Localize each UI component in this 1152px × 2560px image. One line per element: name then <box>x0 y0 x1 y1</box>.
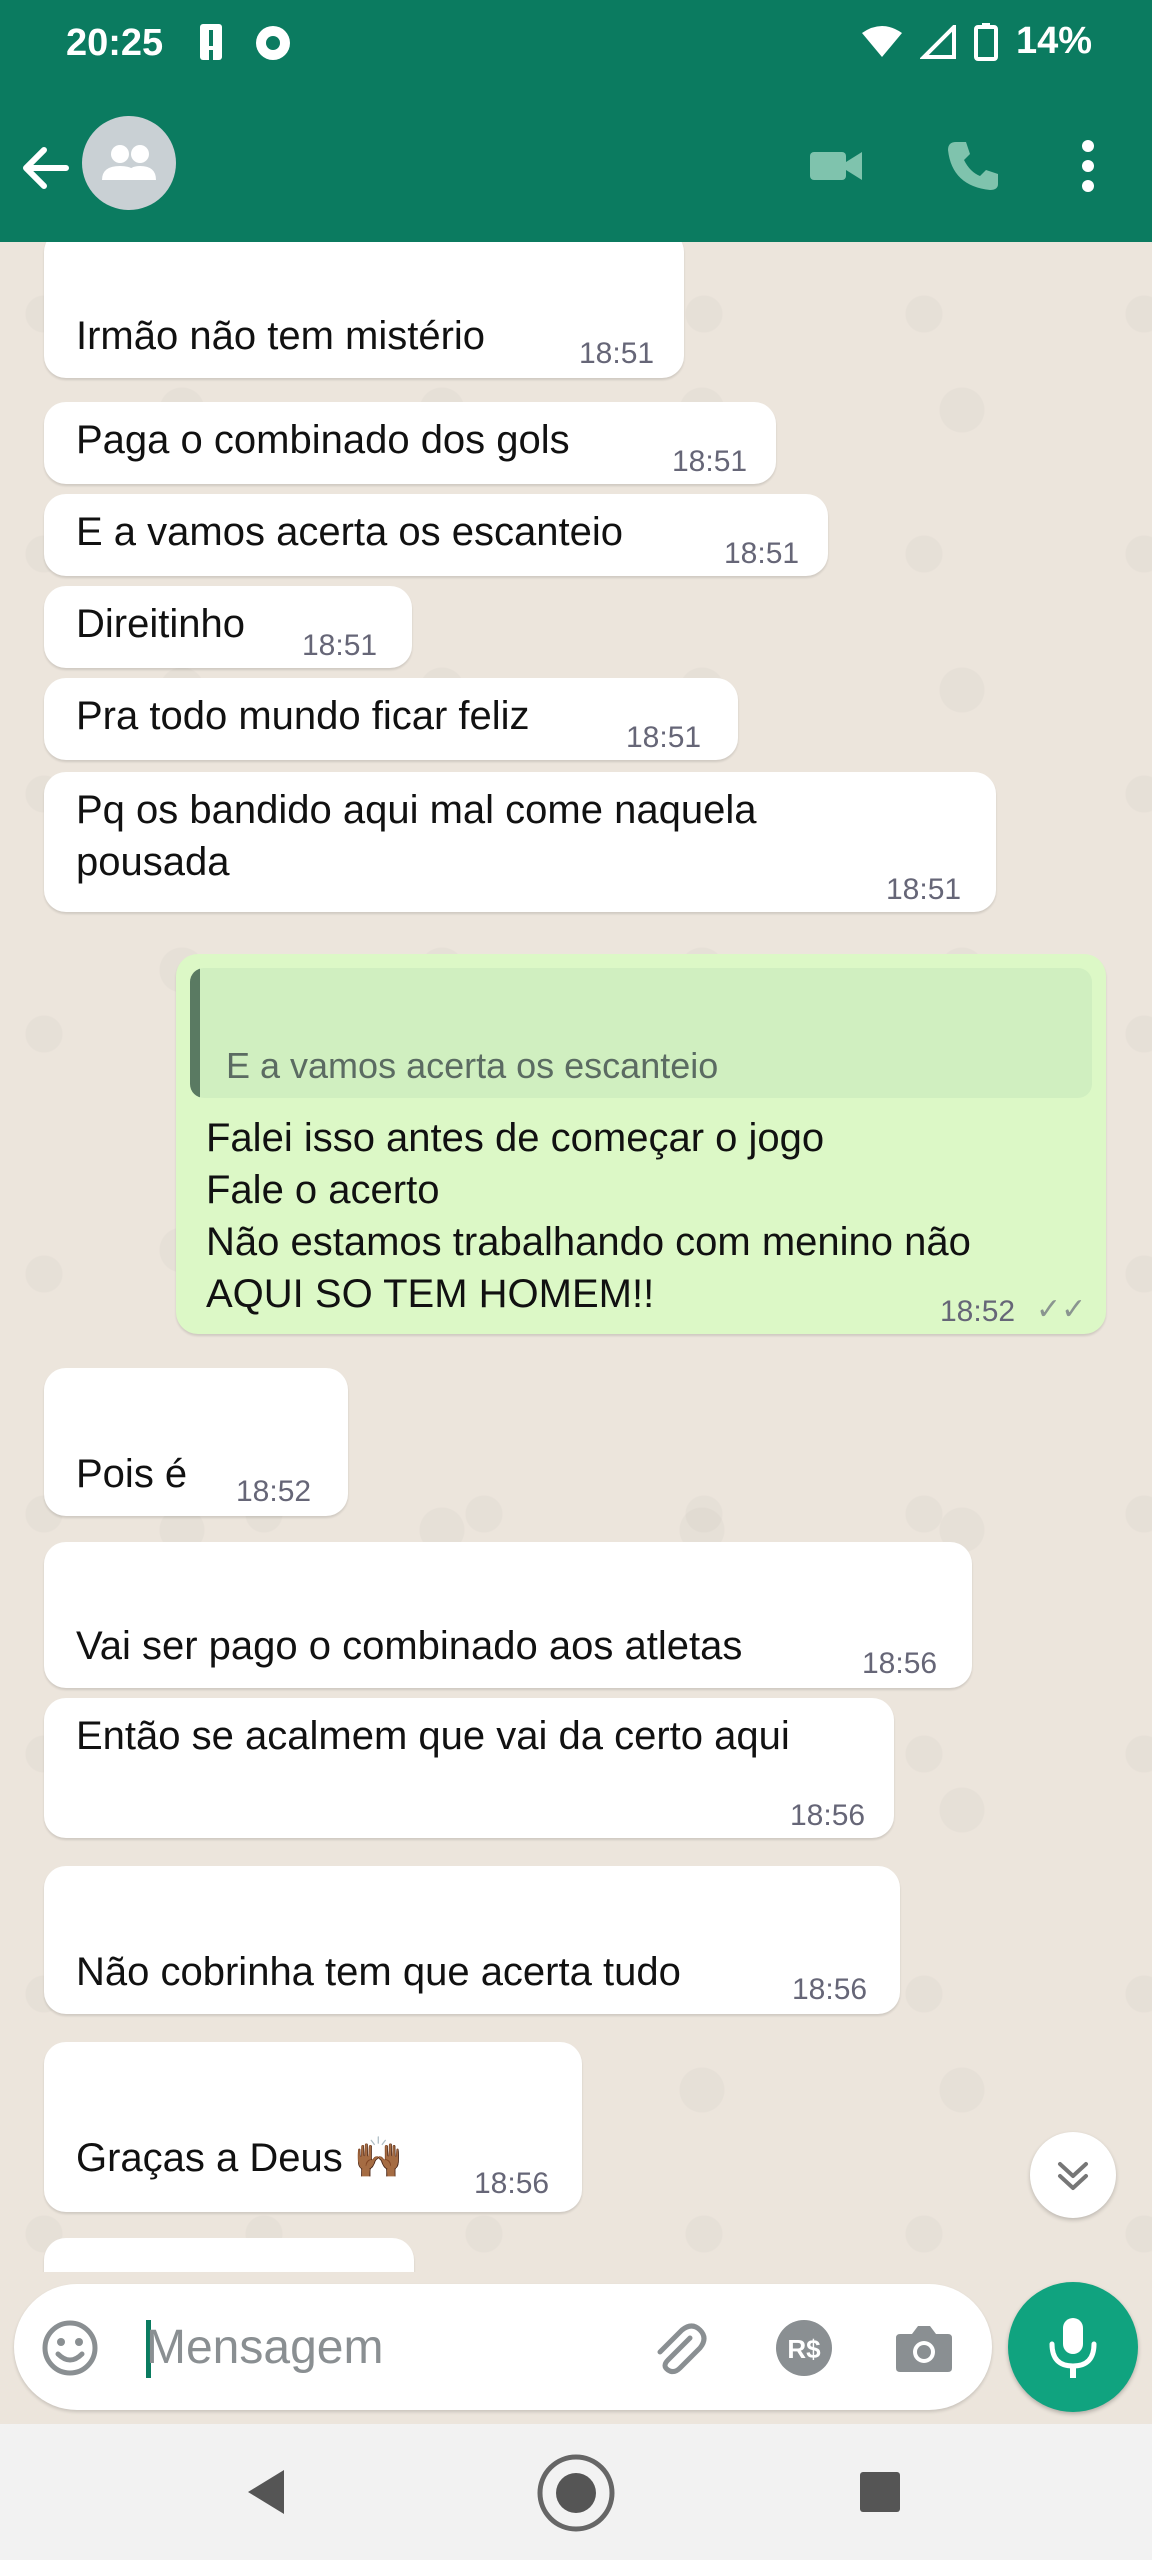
svg-text:R$: R$ <box>787 2334 821 2364</box>
back-arrow-icon[interactable] <box>18 140 74 196</box>
message-time: 18:51 <box>626 721 702 754</box>
group-icon <box>102 145 156 180</box>
quoted-message[interactable]: E a vamos acerta os escanteio <box>190 968 1092 1098</box>
message-bubble[interactable]: Não cobrinha tem que acerta tudo 18:56 <box>44 1866 900 2014</box>
system-navigation-bar <box>0 2424 1152 2560</box>
nav-recents-icon[interactable] <box>858 2470 902 2514</box>
camera-icon[interactable] <box>892 2318 956 2378</box>
message-text: Irmão não tem mistério <box>76 314 486 358</box>
message-bubble[interactable]: Irmão não tem mistério 18:51 <box>44 242 684 378</box>
message-bubble[interactable]: Vai ser pago o combinado aos atletas 18:… <box>44 1542 972 1688</box>
nav-back-icon[interactable] <box>244 2466 288 2518</box>
message-bubble[interactable]: Pq os bandido aqui mal come naquela pous… <box>44 772 996 912</box>
message-text: Falei isso antes de começar o jogo Fale … <box>206 1116 971 1316</box>
message-time: 18:56 <box>862 1647 938 1680</box>
status-bar: 20:25 14% <box>0 0 1152 90</box>
nav-home-icon[interactable] <box>535 2452 617 2534</box>
message-bubble[interactable]: Paga o combinado dos gols 18:51 <box>44 402 776 484</box>
message-time: 18:52 <box>236 1475 312 1508</box>
message-text: Graças a Deus 🙌🏾 <box>76 2136 404 2180</box>
message-bubble[interactable]: Graças a Deus 🙌🏾 18:56 <box>44 2042 582 2212</box>
double-check-icon: ✓✓ <box>1036 1293 1087 1326</box>
chrome-notification-icon <box>256 26 290 60</box>
payment-icon[interactable]: R$ <box>772 2316 836 2380</box>
message-text: Não cobrinha tem que acerta tudo <box>76 1950 681 1994</box>
message-time: 18:51 <box>724 537 800 570</box>
voice-call-icon[interactable] <box>942 136 1002 196</box>
message-bubble-partial[interactable] <box>44 2238 414 2272</box>
message-input[interactable] <box>144 2308 618 2386</box>
message-text: Pq os bandido aqui mal come naquela pous… <box>76 788 757 884</box>
status-time: 20:25 <box>66 22 164 64</box>
message-time: 18:56 <box>474 2167 550 2200</box>
double-chevron-down-icon <box>1058 2162 1088 2190</box>
message-text: Vai ser pago o combinado aos atletas <box>76 1624 743 1668</box>
scroll-to-bottom-button[interactable] <box>1030 2132 1116 2218</box>
message-text: Então se acalmem que vai da certo aqui <box>76 1714 790 1758</box>
message-bubble[interactable]: Pois é 18:52 <box>44 1368 348 1516</box>
chat-area[interactable]: Irmão não tem mistério 18:51 Paga o comb… <box>0 242 1152 2272</box>
message-time: 18:51 <box>579 337 655 370</box>
message-time: 18:51 <box>886 873 962 906</box>
message-bubble[interactable]: Então se acalmem que vai da certo aqui 1… <box>44 1698 894 1838</box>
message-text: Pra todo mundo ficar feliz <box>76 694 530 738</box>
message-text: E a vamos acerta os escanteio <box>76 510 623 554</box>
message-bubble[interactable]: Pra todo mundo ficar feliz 18:51 <box>44 678 738 760</box>
message-time: 18:56 <box>792 1973 868 2006</box>
wifi-icon <box>861 25 902 57</box>
message-text: Pois é <box>76 1452 188 1496</box>
video-call-icon[interactable] <box>806 136 866 196</box>
battery-icon <box>973 22 998 61</box>
microphone-icon <box>1049 2318 1097 2378</box>
message-time: 18:51 <box>302 629 378 662</box>
message-bubble[interactable]: E a vamos acerta os escanteio 18:51 <box>44 494 828 576</box>
group-avatar[interactable] <box>82 116 176 210</box>
message-text: Direitinho <box>76 602 245 646</box>
voice-record-button[interactable] <box>1008 2282 1138 2412</box>
message-time: 18:52 <box>940 1295 1016 1328</box>
message-time: 18:56 <box>790 1799 866 1832</box>
more-options-icon[interactable] <box>1070 136 1106 196</box>
quoted-text: E a vamos acerta os escanteio <box>226 1045 719 1086</box>
alert-notification-icon <box>200 24 222 60</box>
outgoing-message-bubble[interactable]: E a vamos acerta os escanteio Falei isso… <box>176 954 1106 1334</box>
message-text: Paga o combinado dos gols <box>76 418 570 462</box>
message-bubble[interactable]: Direitinho 18:51 <box>44 586 412 668</box>
battery-percentage: 14% <box>1015 20 1092 62</box>
chat-header <box>0 90 1152 242</box>
message-input-bar: R$ <box>14 2284 992 2410</box>
attach-icon[interactable] <box>648 2320 708 2380</box>
emoji-icon[interactable] <box>40 2318 100 2378</box>
signal-icon <box>919 24 956 59</box>
message-time: 18:51 <box>672 445 748 478</box>
